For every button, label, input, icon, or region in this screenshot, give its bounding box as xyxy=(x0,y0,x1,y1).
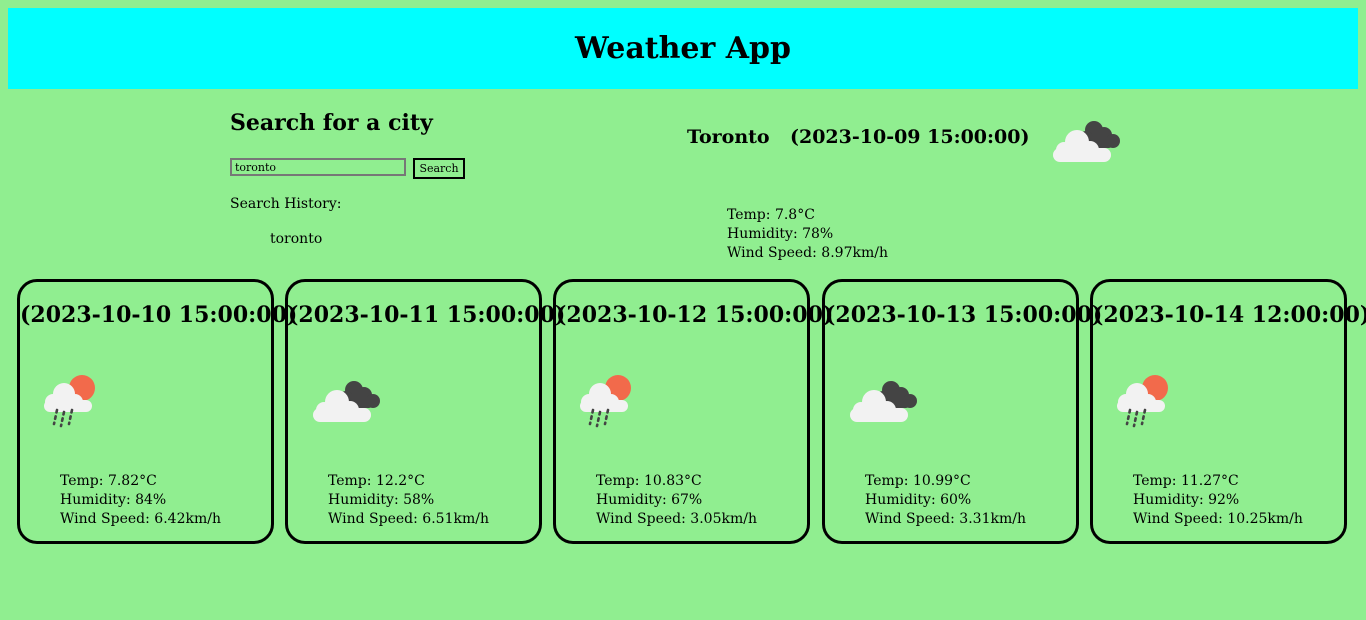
cloudy-icon xyxy=(847,372,923,428)
forecast-date: (2023-10-11 15:00:00) xyxy=(288,302,566,328)
search-history-label: Search History: xyxy=(230,196,342,212)
city-search-input[interactable] xyxy=(230,158,406,176)
forecast-humidity: Humidity: 60% xyxy=(865,492,972,508)
forecast-card: (2023-10-11 15:00:00) Temp: 12.2°C Humid… xyxy=(285,279,566,544)
current-date: (2023-10-09 15:00:00) xyxy=(790,126,1030,148)
rain-sun-icon xyxy=(1115,372,1191,428)
current-wind-speed: Wind Speed: 8.97km/h xyxy=(727,245,888,261)
forecast-date: (2023-10-10 15:00:00) xyxy=(20,302,298,328)
forecast-details: Temp: 12.2°C Humidity: 58% Wind Speed: 6… xyxy=(328,472,489,529)
forecast-humidity: Humidity: 84% xyxy=(60,492,167,508)
forecast-temp: Temp: 10.99°C xyxy=(865,473,971,489)
forecast-humidity: Humidity: 67% xyxy=(596,492,703,508)
forecast-humidity: Humidity: 92% xyxy=(1133,492,1240,508)
forecast-wind-speed: Wind Speed: 6.51km/h xyxy=(328,511,489,527)
forecast-temp: Temp: 10.83°C xyxy=(596,473,702,489)
forecast-wind-speed: Wind Speed: 6.42km/h xyxy=(60,511,221,527)
forecast-details: Temp: 10.99°C Humidity: 60% Wind Speed: … xyxy=(865,472,1026,529)
forecast-card: (2023-10-12 15:00:00) Temp: 10.83°C Humi… xyxy=(553,279,834,544)
forecast-card: (2023-10-13 15:00:00) Temp: 10.99°C Humi… xyxy=(822,279,1103,544)
current-city-name: Toronto xyxy=(687,126,770,148)
forecast-card: (2023-10-10 15:00:00) Temp: 7.82°C Humid… xyxy=(17,279,298,544)
forecast-date: (2023-10-14 12:00:00) xyxy=(1093,302,1366,328)
cloudy-icon xyxy=(310,372,386,428)
forecast-details: Temp: 10.83°C Humidity: 67% Wind Speed: … xyxy=(596,472,757,529)
forecast-details: Temp: 11.27°C Humidity: 92% Wind Speed: … xyxy=(1133,472,1303,529)
forecast-wind-speed: Wind Speed: 3.05km/h xyxy=(596,511,757,527)
forecast-wind-speed: Wind Speed: 3.31km/h xyxy=(865,511,1026,527)
forecast-date: (2023-10-12 15:00:00) xyxy=(556,302,834,328)
forecast-temp: Temp: 11.27°C xyxy=(1133,473,1239,489)
forecast-date: (2023-10-13 15:00:00) xyxy=(825,302,1103,328)
search-history-item[interactable]: toronto xyxy=(270,231,322,247)
forecast-humidity: Humidity: 58% xyxy=(328,492,435,508)
rain-sun-icon xyxy=(42,372,118,428)
rain-sun-icon xyxy=(578,372,654,428)
forecast-wind-speed: Wind Speed: 10.25km/h xyxy=(1133,511,1303,527)
forecast-temp: Temp: 12.2°C xyxy=(328,473,425,489)
forecast-card: (2023-10-14 12:00:00) Temp: 11.27°C Humi… xyxy=(1090,279,1366,544)
current-temp: Temp: 7.8°C xyxy=(727,207,815,223)
forecast-details: Temp: 7.82°C Humidity: 84% Wind Speed: 6… xyxy=(60,472,221,529)
current-weather-details: Temp: 7.8°C Humidity: 78% Wind Speed: 8.… xyxy=(727,206,888,263)
current-humidity: Humidity: 78% xyxy=(727,226,834,242)
app-title: Weather App xyxy=(574,31,791,66)
cloudy-icon xyxy=(1050,112,1126,168)
search-title: Search for a city xyxy=(230,110,433,136)
app-header: Weather App xyxy=(8,8,1358,89)
search-button[interactable]: Search xyxy=(413,158,465,179)
forecast-temp: Temp: 7.82°C xyxy=(60,473,157,489)
